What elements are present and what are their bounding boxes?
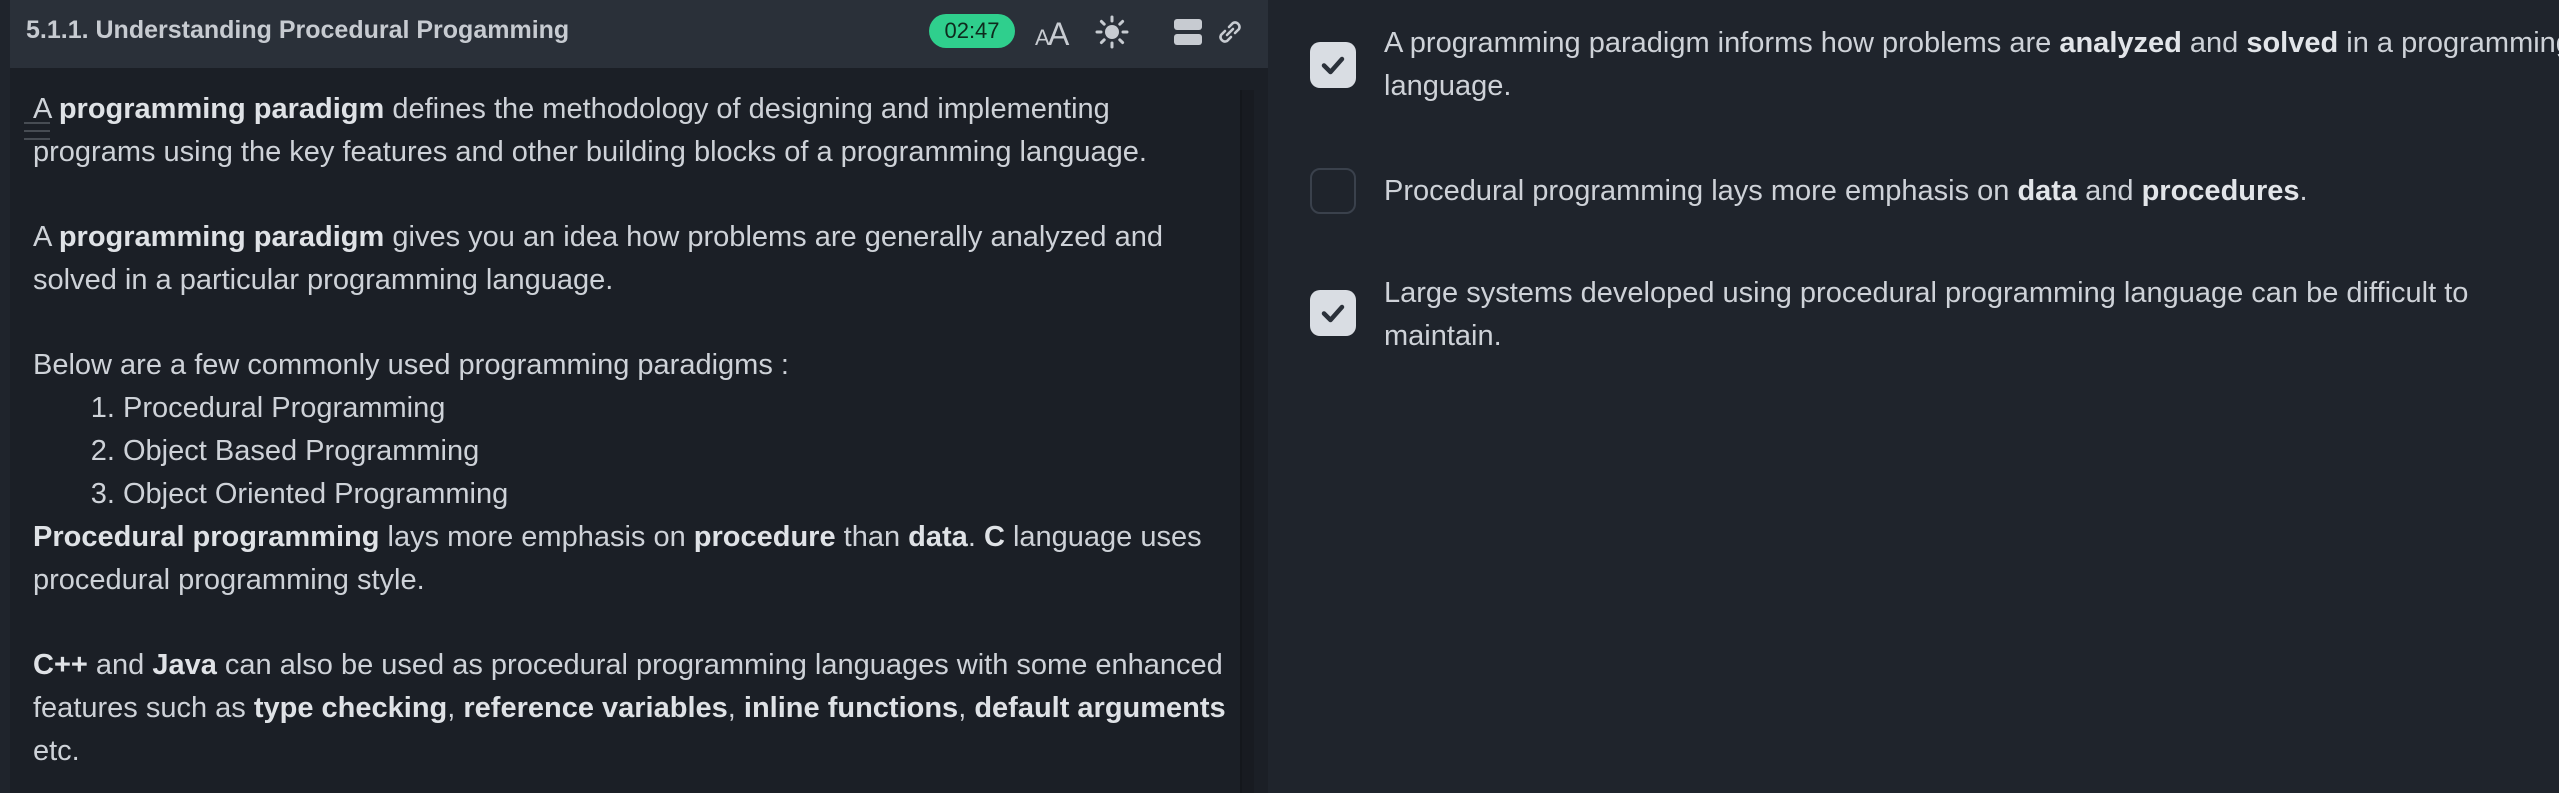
option-2[interactable]: Procedural programming lays more emphasi…	[1310, 168, 2559, 214]
paragraph-3: Below are a few commonly used programmin…	[33, 349, 789, 381]
page-title: 5.1.1. Understanding Procedural Progammi…	[26, 16, 570, 44]
paragraph-1: A programming paradigm defines the metho…	[33, 93, 1147, 168]
link-icon[interactable]	[1210, 12, 1250, 52]
option-1-checkbox[interactable]	[1310, 42, 1356, 88]
timer-badge: 02:47	[929, 14, 1015, 48]
svg-text:A: A	[1048, 16, 1070, 49]
list-item: Object Oriented Programming	[123, 473, 1233, 516]
checkmark-icon	[1321, 56, 1345, 75]
paragraph-2: A programming paradigm gives you an idea…	[33, 221, 1163, 296]
panel-splitter[interactable]	[1240, 90, 1254, 793]
paradigm-list: Procedural Programming Object Based Prog…	[33, 387, 1233, 516]
list-item: Object Based Programming	[123, 430, 1233, 473]
lesson-content: A programming paradigm defines the metho…	[33, 88, 1233, 773]
content-panel: 5.1.1. Understanding Procedural Progammi…	[10, 0, 1268, 793]
option-1-label: A programming paradigm informs how probl…	[1384, 27, 2559, 102]
list-item: Procedural Programming	[123, 387, 1233, 430]
option-2-checkbox[interactable]	[1310, 168, 1356, 214]
option-1[interactable]: A programming paradigm informs how probl…	[1310, 27, 2559, 108]
option-3-label: Large systems developed using procedural…	[1384, 277, 2469, 352]
option-2-label: Procedural programming lays more emphasi…	[1384, 175, 2308, 207]
option-3[interactable]: Large systems developed using procedural…	[1310, 277, 2559, 358]
header-bar: 5.1.1. Understanding Procedural Progammi…	[10, 0, 1268, 68]
font-size-icon[interactable]: A A	[1034, 12, 1074, 52]
paragraph-5: C++ and Java can also be used as procedu…	[33, 649, 1226, 767]
brightness-icon[interactable]	[1092, 12, 1132, 52]
layout-icon[interactable]	[1168, 12, 1208, 52]
paragraph-4: Procedural programming lays more emphasi…	[33, 521, 1202, 596]
checkmark-icon	[1321, 304, 1345, 323]
option-3-checkbox[interactable]	[1310, 290, 1356, 336]
quiz-panel: A programming paradigm informs how probl…	[1270, 0, 2559, 793]
